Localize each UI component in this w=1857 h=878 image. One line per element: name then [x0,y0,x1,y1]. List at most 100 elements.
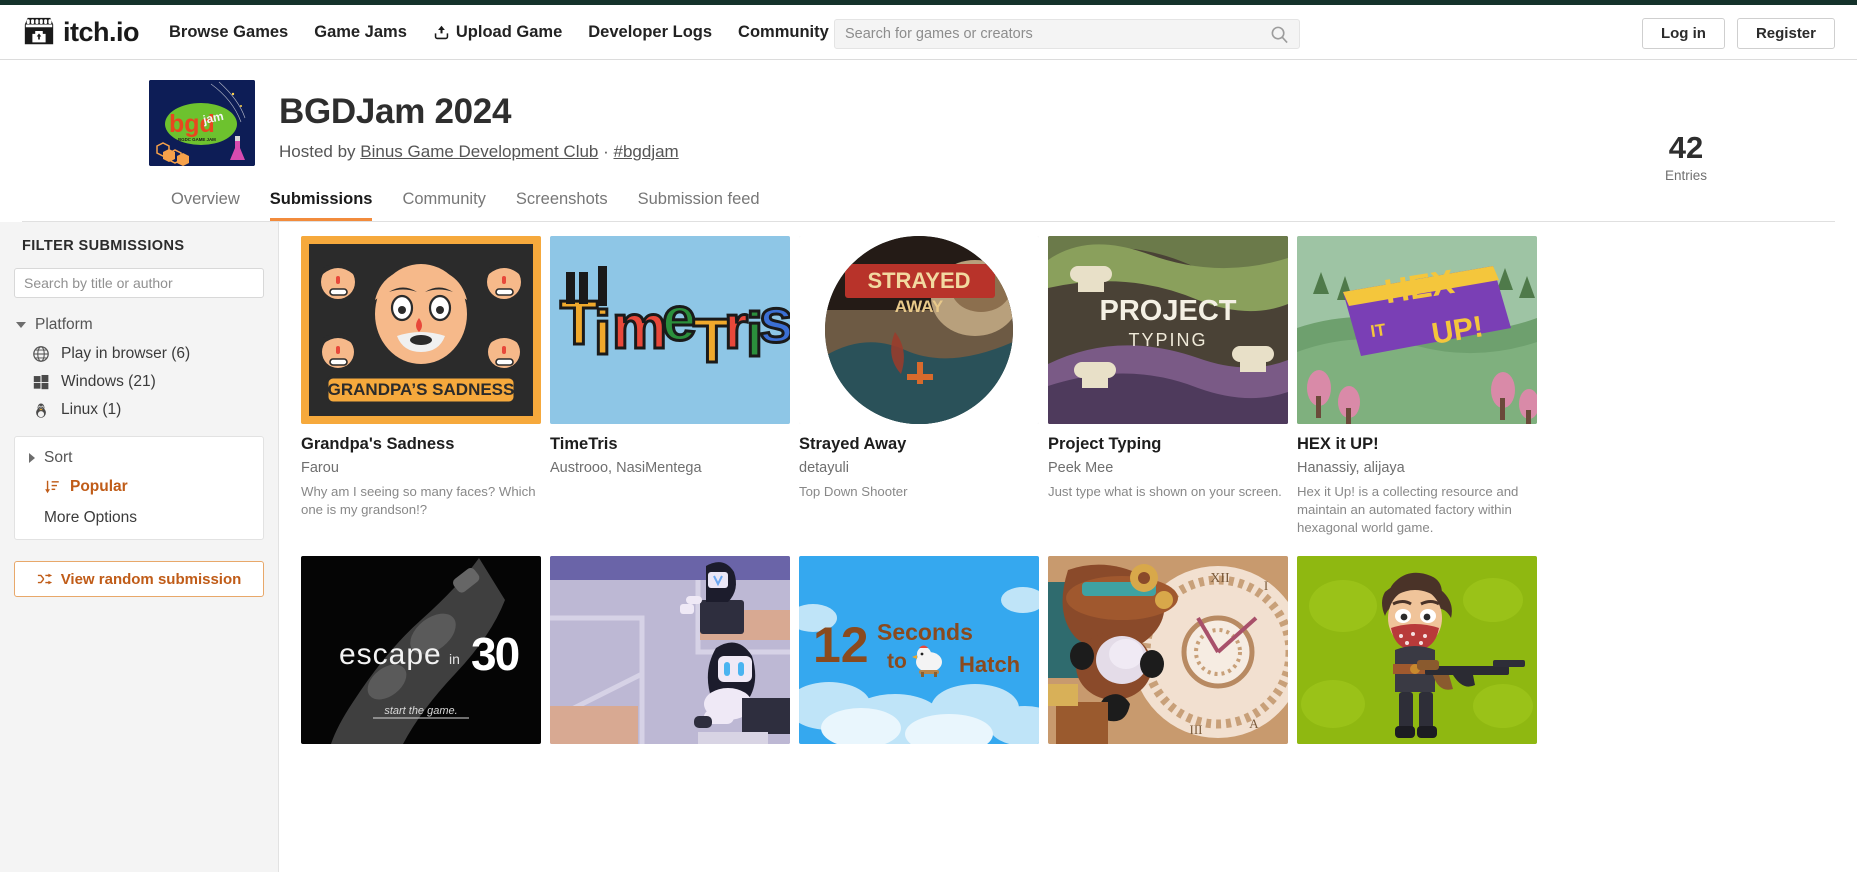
submissions-grid: GRANDPA’S SADNESS Grandpa's Sadness Faro… [301,236,1835,755]
filter-windows[interactable]: Windows (21) [14,368,264,396]
submission-card: 12 Seconds to Hatch [799,556,1039,755]
jam-logo-art: bgd jam BGDC GAME JAM [149,80,255,166]
tab-submissions[interactable]: Submissions [269,190,373,221]
svg-text:s: s [759,287,790,356]
itchio-wordmark: itch.io [63,16,140,47]
sort-option-popular[interactable]: Popular [15,469,263,505]
windows-icon [33,374,49,390]
filter-windows-label: Windows (21) [61,373,156,390]
strayed-away-thumb[interactable]: STRAYED AWAY [799,236,1039,424]
svg-text:A: A [1249,716,1259,731]
svg-text:escape: escape [339,638,442,671]
svg-text:12: 12 [813,617,869,673]
main-nav: Browse Games Game Jams Upload Game Devel… [169,23,829,42]
filter-linux[interactable]: Linux (1) [14,396,264,424]
submission-description: Hex it Up! is a collecting resource and … [1297,484,1519,535]
sort-descending-icon [45,480,59,494]
platform-group-label: Platform [35,316,93,333]
login-button[interactable]: Log in [1641,18,1725,49]
nav-community[interactable]: Community [738,23,829,42]
svg-text:start the game.: start the game. [384,705,457,717]
search-icon[interactable] [1270,25,1289,44]
submission-title[interactable]: Project Typing [1048,435,1288,454]
search-input[interactable] [845,26,1270,42]
linux-icon [36,403,46,418]
submission-card: T i m e T r i s TimeTris Austrooo, NasiM… [550,236,790,536]
12-seconds-to-hatch-thumb[interactable]: 12 Seconds to Hatch [799,556,1039,745]
sort-group-toggle[interactable]: Sort [15,447,263,469]
page-title: BGDJam 2024 [279,92,512,131]
svg-text:III: III [1190,722,1203,737]
jam-host-link[interactable]: Binus Game Development Club [360,142,598,161]
sort-group-label: Sort [44,449,73,466]
filter-linux-label: Linux (1) [61,401,122,418]
shuffle-icon [37,573,52,585]
tab-screenshots[interactable]: Screenshots [516,190,608,221]
submission-author[interactable]: Hanassiy, alijaya [1297,460,1537,476]
nav-developer-logs[interactable]: Developer Logs [588,23,712,42]
submission-title[interactable]: HEX it UP! [1297,435,1537,454]
chevron-right-icon [29,453,35,463]
svg-text:I: I [1264,578,1268,593]
svg-text:XII: XII [1210,571,1230,586]
nav-upload-game[interactable]: Upload Game [433,23,562,42]
submission-author[interactable]: Peek Mee [1048,460,1288,476]
svg-text:TYPING: TYPING [1128,330,1207,350]
nav-browse-games[interactable]: Browse Games [169,23,288,42]
jam-hashtag-link[interactable]: #bgdjam [614,142,679,161]
nav-game-jams-label: Game Jams [314,22,407,41]
jam-logo-image[interactable]: bgd jam BGDC GAME JAM [149,80,255,166]
tab-overview[interactable]: Overview [171,190,240,221]
entries-counter: 42 Entries [1665,132,1707,183]
submission-author[interactable]: Austrooo, NasiMentega [550,460,790,476]
hex-it-up-thumb[interactable]: HEX IT UP! [1297,236,1537,424]
nav-developer-logs-label: Developer Logs [588,22,713,41]
jam-header: bgd jam BGDC GAME JAM BGDJam 2024 Hosted… [0,60,1857,222]
steampunk-clock-thumb[interactable]: XII I III A [1048,556,1288,745]
robot-office-thumb[interactable] [550,556,790,745]
filter-play-in-browser-label: Play in browser (6) [61,345,191,362]
nav-browse-games-label: Browse Games [169,22,289,41]
top-navigation-bar: itch.io Browse Games Game Jams Upload Ga… [0,5,1857,60]
bandit-shooter-thumb[interactable] [1297,556,1537,745]
bandit-shooter-art [1297,556,1537,745]
project-typing-art: PROJECT TYPING [1048,236,1288,424]
filter-search-input[interactable] [14,268,264,298]
svg-text:PROJECT: PROJECT [1100,295,1237,327]
hosted-by-label: Hosted by [279,142,361,161]
submission-title[interactable]: Grandpa's Sadness [301,435,541,454]
filter-play-in-browser[interactable]: Play in browser (6) [14,340,264,368]
submission-card: escape in 30 start the game. [301,556,541,755]
submission-author[interactable]: detayuli [799,460,1039,476]
svg-text:m: m [612,293,667,362]
nav-game-jams[interactable]: Game Jams [314,23,407,42]
submission-card: XII I III A [1048,556,1288,755]
register-button[interactable]: Register [1736,18,1835,49]
svg-text:Hatch: Hatch [959,652,1020,677]
nav-upload-game-label: Upload Game [455,22,563,41]
submission-card: HEX IT UP! HEX it UP! Hanassiy, alijaya … [1297,236,1537,536]
platform-group-toggle[interactable]: Platform [16,316,264,334]
submission-card: STRAYED AWAY Strayed Away detayuli Top D… [799,236,1039,536]
svg-text:e: e [662,285,696,354]
escape-in-30-thumb[interactable]: escape in 30 start the game. [301,556,541,745]
escape-in-30-art: escape in 30 start the game. [301,556,541,745]
tab-submission-feed[interactable]: Submission feed [638,190,760,221]
submission-description: Just type what is shown on your screen. [1048,484,1282,499]
svg-text:BGDC GAME JAM: BGDC GAME JAM [178,137,216,142]
main-content: FILTER SUBMISSIONS Platform Play in brow… [0,222,1857,872]
timetris-thumb[interactable]: T i m e T r i s [550,236,790,424]
more-options-link[interactable]: More Options [15,505,263,529]
submission-title[interactable]: Strayed Away [799,435,1039,454]
tab-community[interactable]: Community [402,190,485,221]
itchio-logo[interactable]: itch.io [22,15,140,49]
submission-card: PROJECT TYPING Project Typing Peek Mee J… [1048,236,1288,536]
grandpas-sadness-thumb[interactable]: GRANDPA’S SADNESS [301,236,541,424]
submission-author[interactable]: Farou [301,460,541,476]
global-search-box[interactable] [834,19,1300,49]
chevron-down-icon [16,322,26,328]
project-typing-thumb[interactable]: PROJECT TYPING [1048,236,1288,424]
view-random-submission-button[interactable]: View random submission [14,561,264,597]
jam-title-block: BGDJam 2024 Hosted by Binus Game Develop… [279,80,679,162]
submission-title[interactable]: TimeTris [550,435,790,454]
